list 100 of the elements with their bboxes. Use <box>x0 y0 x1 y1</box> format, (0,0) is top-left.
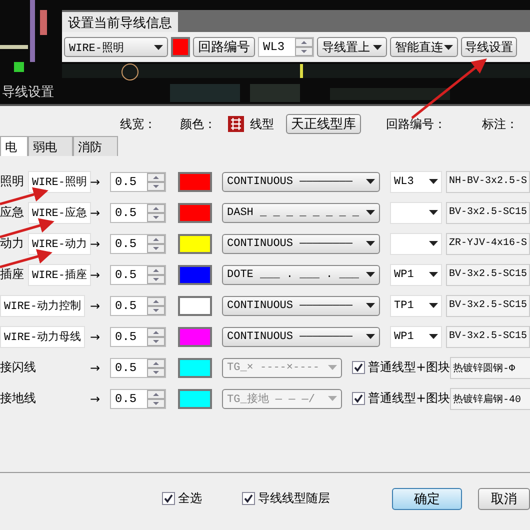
linetype-dropdown[interactable]: CONTINUOUS ———————— <box>222 326 380 346</box>
line-width-spinner[interactable]: 0.5 <box>110 234 166 254</box>
annotation-header: 标注： <box>482 116 518 132</box>
arrow-icon: → <box>90 206 100 220</box>
layer-name-field[interactable]: WIRE-动力母线 <box>0 326 86 348</box>
cancel-button[interactable]: 取消 <box>478 488 530 510</box>
annotation-field[interactable]: BV-3x2.5-SC15 <box>446 264 530 286</box>
linetype-icon <box>228 116 244 132</box>
circuit-spinner[interactable]: WL3 <box>258 37 314 57</box>
spinner-arrows-icon[interactable] <box>147 358 165 376</box>
annotation-field[interactable]: ZR-YJV-4x16-S <box>446 232 530 254</box>
caret-icon <box>366 210 375 215</box>
annotation-arrow <box>0 249 52 268</box>
circuit-button[interactable]: 回路编号 <box>193 37 255 57</box>
arrow-icon: → <box>90 174 100 188</box>
circuit-header: 回路编号： <box>386 116 446 132</box>
caret-icon <box>366 334 375 339</box>
circuit-dropdown[interactable] <box>390 202 442 224</box>
color-swatch[interactable] <box>178 358 212 378</box>
annotation-field[interactable]: 热镀锌扁钢-40 <box>450 388 530 410</box>
line-width-spinner[interactable]: 0.5 <box>110 202 166 222</box>
line-width-header: 线宽： <box>120 116 156 132</box>
toolbar-tab[interactable]: 设置当前导线信息 <box>62 12 178 32</box>
block-checkbox-label[interactable]: 普通线型+图块 <box>352 359 450 376</box>
caret-icon <box>328 396 337 401</box>
caret-icon <box>429 179 438 184</box>
caret-icon <box>366 272 375 277</box>
layer-name-field[interactable]: WIRE-动力 <box>28 232 92 254</box>
caret-icon <box>373 44 382 50</box>
arrow-icon: → <box>90 360 100 374</box>
color-swatch[interactable] <box>178 202 212 222</box>
linetype-dropdown[interactable]: CONTINUOUS ———————— <box>222 296 380 316</box>
layer-dropdown[interactable]: WIRE-照明 <box>64 37 168 57</box>
spinner-arrows-icon[interactable] <box>147 296 165 314</box>
layer-name-field[interactable]: WIRE-应急 <box>28 202 92 224</box>
block-checkbox-label[interactable]: 普通线型+图块 <box>352 390 450 407</box>
caret-icon <box>366 241 375 246</box>
wire-type-label: 照明 <box>0 173 24 190</box>
placement-dropdown[interactable]: 导线置上 <box>317 37 387 57</box>
wire-settings-button[interactable]: 导线设置 <box>461 37 517 57</box>
caret-icon <box>429 210 438 215</box>
category-tab[interactable]: 弱电 <box>28 136 73 156</box>
wire-type-label: 应急 <box>0 204 24 221</box>
caret-icon <box>366 179 375 184</box>
linetype-dropdown[interactable]: DASH _ _ _ _ _ _ _ _ <box>222 202 380 222</box>
annotation-field[interactable]: BV-3x2.5-SC15 <box>446 326 530 348</box>
layer-name-field[interactable]: WIRE-插座 <box>28 264 92 286</box>
checkbox[interactable] <box>162 492 175 505</box>
linetype-dropdown[interactable]: CONTINUOUS ———————— <box>222 172 380 192</box>
color-swatch[interactable] <box>171 37 190 57</box>
line-width-spinner[interactable]: 0.5 <box>110 264 166 284</box>
category-tab[interactable]: 电 <box>0 136 28 156</box>
spinner-arrows-icon[interactable] <box>147 234 165 252</box>
circuit-dropdown[interactable]: WP1 <box>390 264 442 286</box>
layer-name-field[interactable]: WIRE-照明 <box>28 170 92 192</box>
ok-button[interactable]: 确定 <box>392 488 462 510</box>
circuit-dropdown[interactable]: WL3 <box>390 170 442 192</box>
layer-name-field[interactable]: WIRE-动力控制 <box>0 294 86 316</box>
circuit-dropdown[interactable]: WP1 <box>390 326 442 348</box>
color-header: 颜色： <box>180 116 216 132</box>
color-swatch[interactable] <box>178 264 212 284</box>
caret-icon <box>328 365 337 370</box>
wire-type-label: 接地线 <box>0 390 36 407</box>
color-swatch[interactable] <box>178 296 212 316</box>
spinner-arrows-icon[interactable] <box>147 328 165 346</box>
wire-type-label: 动力 <box>0 235 24 252</box>
spinner-arrows-icon[interactable] <box>147 390 165 408</box>
circuit-dropdown[interactable]: TP1 <box>390 294 442 316</box>
color-swatch[interactable] <box>178 234 212 254</box>
annotation-field[interactable]: BV-3x2.5-SC15 <box>446 202 530 224</box>
annotation-field[interactable]: BV-3x2.5-SC15 <box>446 294 530 316</box>
color-swatch[interactable] <box>178 172 212 192</box>
line-width-spinner[interactable]: 0.5 <box>110 358 166 378</box>
line-width-spinner[interactable]: 0.5 <box>110 326 166 346</box>
checkbox[interactable] <box>352 392 365 405</box>
follow-layer-checkbox[interactable]: 导线线型随层 <box>242 490 330 507</box>
color-swatch[interactable] <box>178 388 212 408</box>
annotation-arrow <box>0 187 48 206</box>
line-width-spinner[interactable]: 0.5 <box>110 172 166 192</box>
annotation-field[interactable]: 热镀锌圆钢-Φ <box>450 356 530 378</box>
spinner-arrows-icon[interactable] <box>147 204 165 222</box>
line-width-spinner[interactable]: 0.5 <box>110 388 166 408</box>
line-width-spinner[interactable]: 0.5 <box>110 296 166 316</box>
checkbox[interactable] <box>352 361 365 374</box>
caret-icon <box>429 241 438 246</box>
linetype-header: 线型 <box>250 116 274 132</box>
color-swatch[interactable] <box>178 326 212 346</box>
annotation-field[interactable]: NH-BV-3x2.5-S <box>446 170 530 192</box>
spinner-arrows-icon[interactable] <box>147 266 165 284</box>
checkbox[interactable] <box>242 492 255 505</box>
category-tab[interactable]: 消防 <box>73 136 118 156</box>
spinner-arrows-icon[interactable] <box>147 172 165 190</box>
circuit-dropdown[interactable] <box>390 232 442 254</box>
spinner-arrows-icon[interactable] <box>295 38 313 56</box>
caret-icon <box>154 44 163 50</box>
linetype-dropdown[interactable]: CONTINUOUS ———————— <box>222 234 380 254</box>
linetype-library-button[interactable]: 天正线型库 <box>286 114 361 134</box>
linetype-dropdown[interactable]: DOTE ___ . ___ . ___ <box>222 264 380 284</box>
connect-mode-dropdown[interactable]: 智能直连 <box>390 37 458 57</box>
select-all-checkbox[interactable]: 全选 <box>162 490 202 507</box>
